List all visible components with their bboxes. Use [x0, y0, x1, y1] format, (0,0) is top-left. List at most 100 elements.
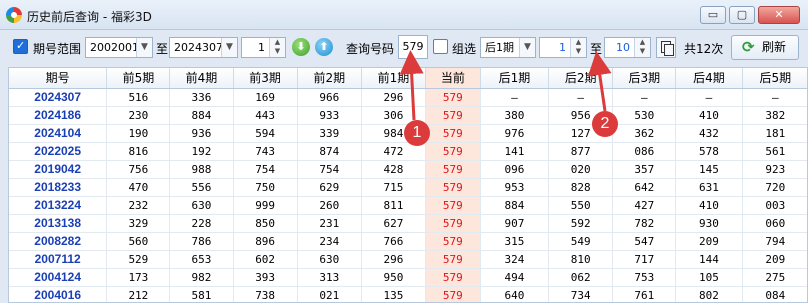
period-from-value: 2002001	[90, 41, 139, 54]
number-cell: 754	[233, 160, 298, 179]
count-value: 1	[258, 41, 265, 54]
period-cell: 2024104	[9, 124, 108, 143]
number-cell: 021	[297, 286, 362, 302]
number-cell: 877	[548, 142, 614, 161]
query-number-label: 查询号码	[346, 42, 395, 56]
number-cell: 382	[742, 106, 807, 125]
period-cell: 2013224	[9, 196, 108, 215]
refresh-button[interactable]: ⟳ 刷新	[731, 35, 799, 60]
number-cell: 754	[297, 160, 362, 179]
number-cell: 561	[742, 142, 807, 161]
table-row[interactable]: 2024186 230 884 443 933 306 579 380 956 530 410 382	[9, 106, 807, 125]
period-from-combo[interactable]: 2002001 ▼	[85, 37, 153, 58]
table-row[interactable]: 2004016 212 581 738 021 135 579 640 734 761 802 084	[9, 286, 807, 302]
number-cell: 734	[548, 286, 614, 302]
after-period-combo[interactable]: 后1期 ▼	[480, 37, 536, 58]
column-header[interactable]: 后1期	[480, 68, 550, 89]
period-cell: 2004016	[9, 286, 108, 302]
number-cell: 999	[233, 196, 298, 215]
copy-icon[interactable]	[656, 37, 676, 58]
chevron-down-icon[interactable]: ▼	[136, 38, 152, 57]
column-header[interactable]: 后3期	[612, 68, 677, 89]
group-select-checkbox[interactable]	[433, 39, 448, 54]
current-number-cell: 579	[425, 178, 481, 197]
table-row[interactable]: 2024307 516 336 169 966 296 579– – – – –	[9, 88, 807, 107]
maximize-button[interactable]: ▢	[729, 6, 755, 24]
number-cell: 209	[742, 250, 807, 269]
column-header[interactable]: 前4期	[169, 68, 234, 89]
number-cell: 296	[361, 88, 427, 107]
spinner-arrows-icon[interactable]: ▲ ▼	[570, 38, 586, 57]
number-cell: 976	[480, 124, 550, 143]
close-button[interactable]: ✕	[758, 6, 800, 24]
column-header[interactable]: 后4期	[675, 68, 743, 89]
table-row[interactable]: 2007112 529 653 602 630 296 579 324 810 717 144 209	[9, 250, 807, 269]
annotation-badge-2: 2	[592, 111, 618, 137]
number-cell: 743	[233, 142, 298, 161]
title-bar: 历史前后查询 - 福彩3D ▭ ▢ ✕	[0, 0, 808, 30]
down-arrow-button[interactable]: ⬇	[292, 38, 310, 56]
window-title: 历史前后查询 - 福彩3D	[27, 10, 152, 24]
number-cell: 874	[297, 142, 362, 161]
after-period-value: 后1期	[485, 41, 514, 54]
period-to-combo[interactable]: 2024307 ▼	[169, 37, 238, 58]
after-from-spinner[interactable]: 1 ▲ ▼	[539, 37, 587, 58]
table-row[interactable]: 2013138 329 228 850 231 627 579 907 592 782 930 060	[9, 214, 807, 233]
column-header[interactable]: 当前	[425, 68, 481, 89]
number-cell: 884	[480, 196, 550, 215]
table-row[interactable]: 2004124 173 982 393 313 950 579 494 062 753 105 275	[9, 268, 807, 287]
table-row[interactable]: 2022025 816 192 743 874 472 579 141 877 086 578 561	[9, 142, 807, 161]
period-range-label: 期号范围	[33, 42, 82, 56]
number-cell: 578	[675, 142, 743, 161]
results-grid[interactable]: 期号 前5期 前4期 前3期 前2期 前1期 当前 后1期 后2期 后3期 后4期 后5期 20243…	[8, 67, 808, 303]
number-cell: 380	[480, 106, 550, 125]
spinner-arrows-icon[interactable]: ▲ ▼	[634, 38, 650, 57]
current-number-cell: 579	[425, 88, 481, 107]
table-row[interactable]: 2008282 560 786 896 234 766 579 315 549 547 209 794	[9, 232, 807, 251]
column-header[interactable]: 前1期	[361, 68, 427, 89]
up-arrow-button[interactable]: ⬆	[315, 38, 333, 56]
column-header[interactable]: 前5期	[106, 68, 171, 89]
number-cell: 516	[106, 88, 171, 107]
column-header[interactable]: 前2期	[297, 68, 362, 89]
query-number-input[interactable]: 579	[398, 35, 428, 59]
column-header[interactable]: 期号	[9, 68, 108, 89]
number-cell: 966	[297, 88, 362, 107]
number-cell: 336	[169, 88, 234, 107]
number-cell: 930	[675, 214, 743, 233]
table-body: 2024307 516 336 169 966 296 579– – – – –2024186 230…	[9, 88, 807, 302]
period-cell: 2022025	[9, 142, 108, 161]
current-number-cell: 579	[425, 232, 481, 251]
column-header[interactable]: 前3期	[233, 68, 298, 89]
table-row[interactable]: 2013224 232 630 999 260 811 579 884 550 427 410 003	[9, 196, 807, 215]
spinner-arrows-icon[interactable]: ▲ ▼	[269, 38, 285, 57]
after-to-spinner[interactable]: 10 ▲ ▼	[604, 37, 651, 58]
count-spinner[interactable]: 1 ▲ ▼	[241, 37, 286, 58]
period-cell: 2004124	[9, 268, 108, 287]
period-range-checkbox[interactable]	[13, 39, 28, 54]
current-number-cell: 579	[425, 286, 481, 302]
current-number-cell: 579	[425, 268, 481, 287]
column-header[interactable]: 后5期	[742, 68, 807, 89]
number-cell: 560	[106, 232, 171, 251]
number-cell: 761	[612, 286, 677, 302]
number-cell: 630	[297, 250, 362, 269]
table-row[interactable]: 2019042 756 988 754 754 428 579 096 020 357 145 923	[9, 160, 807, 179]
chevron-down-icon[interactable]: ▼	[221, 38, 237, 57]
number-cell: 362	[612, 124, 677, 143]
number-cell: 443	[233, 106, 298, 125]
number-cell: 231	[297, 214, 362, 233]
number-cell: 105	[675, 268, 743, 287]
chevron-down-icon[interactable]: ▼	[519, 38, 535, 57]
table-row[interactable]: 2018233 470 556 750 629 715 579 953 828 642 631 720	[9, 178, 807, 197]
number-cell: 529	[106, 250, 171, 269]
number-cell: 096	[480, 160, 550, 179]
number-cell: 629	[297, 178, 362, 197]
number-cell: 020	[548, 160, 614, 179]
column-header[interactable]: 后2期	[548, 68, 614, 89]
minimize-button[interactable]: ▭	[700, 6, 726, 24]
number-cell: 988	[169, 160, 234, 179]
number-cell: 982	[169, 268, 234, 287]
number-cell: 275	[742, 268, 807, 287]
number-cell: 640	[480, 286, 550, 302]
